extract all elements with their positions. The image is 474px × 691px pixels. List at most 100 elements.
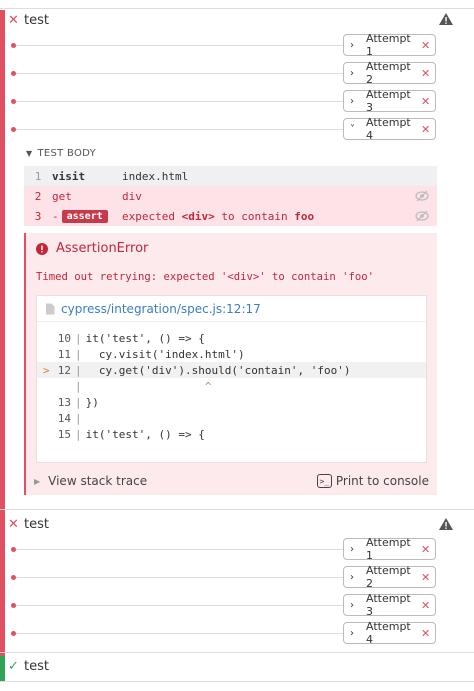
code-frame-file-link[interactable]: cypress/integration/spec.js:12:17 [37,296,426,322]
failed-icon: ✕ [8,12,19,28]
attempt-label: Attempt 4 [366,620,411,646]
code-line: 13 |}) [37,394,426,410]
test-body-toggle[interactable]: ▼ TEST BODY [26,148,96,159]
check-icon: ✓ [8,658,19,674]
close-icon: ✕ [421,38,431,52]
chevron-right-icon: › [350,67,354,79]
eye-slash-icon [415,210,429,222]
line-text: cy.visit('index.html') [85,347,245,361]
error-marker: > [43,363,50,377]
test-title: test [24,12,49,28]
code-line: 14 | [37,410,426,426]
divider [0,681,474,682]
chevron-right-icon: › [350,543,354,555]
test-header[interactable]: ✓ test [8,656,49,676]
attempt-label: Attempt 4 [366,116,411,142]
code-line: 15 | it('test', () => { [37,426,426,442]
test-title: test [24,658,49,674]
chevron-right-icon: › [350,599,354,611]
command-message: expected <div> to contain foo [122,209,315,223]
test-body-label: TEST BODY [37,148,97,159]
eye-slash-icon [415,190,429,202]
chevron-right-icon: › [350,95,354,107]
attempt-tag-2[interactable]: › Attempt 2 ✕ [343,60,436,86]
close-icon: ✕ [421,542,431,556]
code-frame: cypress/integration/spec.js:12:17 10 | it(… [36,295,427,463]
command-name: visit [52,169,86,183]
chevron-right-icon: › [350,571,354,583]
file-path: cypress/integration/spec.js:12:17 [61,301,261,316]
attempt-label: Attempt 3 [366,592,411,618]
error-footer: ▶ View stack trace >_ Print to console [26,468,437,494]
attempt-tag-4[interactable]: ˅ Attempt 4 ✕ [343,116,436,142]
view-stack-trace-label: View stack trace [48,474,148,488]
close-icon: ✕ [421,598,431,612]
line-number: 14 [57,411,71,425]
attempt-label: Attempt 2 [366,60,411,86]
command-message: index.html [122,169,189,183]
command-number: 1 [34,169,42,183]
command-number: 3 [34,209,42,223]
failed-status-bar [0,10,5,516]
close-icon: ✕ [421,626,431,640]
line-text: it('test', () => { [85,427,205,441]
attempt-label: Attempt 1 [366,536,411,562]
divider [0,509,474,510]
line-text: }) [85,395,99,409]
warning-icon [439,13,453,25]
test-header[interactable]: ✕ test [8,514,49,534]
code-line: | ^ [75,379,212,393]
attempt-dot [11,575,16,580]
divider [0,652,474,653]
line-number: 11 [57,347,71,361]
print-to-console-label: Print to console [335,474,429,488]
command-row[interactable]: 3 - assert expected <div> to contain foo [24,206,437,226]
error-message: Timed out retrying: expected '<div>' to … [36,271,375,283]
attempt-dot [11,603,16,608]
attempt-tag-4[interactable]: › Attempt 4 ✕ [343,620,436,646]
attempt-dot [11,71,16,76]
attempt-tag-3[interactable]: › Attempt 3 ✕ [343,88,436,114]
attempt-dot [11,99,16,104]
terminal-icon: >_ [316,474,332,488]
code-line-highlighted: >12 | cy.get('div').should('contain', 'fo… [37,362,426,378]
attempt-dot [11,127,16,132]
chevron-right-icon: › [350,39,354,51]
attempt-label: Attempt 2 [366,564,411,590]
command-row[interactable]: 1 visit index.html [24,166,437,186]
failed-icon: ✕ [8,516,19,532]
close-icon: ✕ [421,570,431,584]
chevron-down-icon: ˅ [350,123,355,135]
divider [0,8,474,9]
line-number: 13 [57,395,71,409]
passed-status-bar [0,656,5,682]
command-row[interactable]: 2 get div [24,186,437,206]
attempt-label: Attempt 3 [366,88,411,114]
test-header[interactable]: ✕ test [8,10,49,30]
line-text: it('test', () => { [85,331,205,345]
line-number: 10 [57,331,71,345]
caret-down-icon: ▼ [26,149,33,158]
caret-right-icon: ▶ [34,476,41,486]
chevron-right-icon: › [350,627,354,639]
close-icon: ✕ [421,66,431,80]
error-title-text: AssertionError [56,241,149,256]
error-panel: AssertionError Timed out retrying: expec… [24,233,437,495]
attempt-label: Attempt 1 [366,32,411,58]
reporter-panel: ✕ test › Attempt 1 ✕ › Attempt 2 ✕ › Attempt … [0,0,474,691]
attempt-tag-2[interactable]: › Attempt 2 ✕ [343,564,436,590]
error-title: AssertionError [36,241,148,256]
assert-badge: assert [61,209,108,223]
view-stack-trace-button[interactable]: ▶ View stack trace [34,474,147,488]
close-icon: ✕ [421,94,431,108]
attempt-dot [11,547,16,552]
print-to-console-button[interactable]: >_ Print to console [316,474,429,488]
line-text: cy.get('div').should('contain', 'foo') [85,363,351,377]
attempt-tag-1[interactable]: › Attempt 1 ✕ [343,32,436,58]
attempt-tag-1[interactable]: › Attempt 1 ✕ [343,536,436,562]
attempt-tag-3[interactable]: › Attempt 3 ✕ [343,592,436,618]
warning-icon [439,518,453,530]
code-line: 10 | it('test', () => { [37,330,426,346]
line-number: 15 [57,427,71,441]
attempt-dot [11,43,16,48]
